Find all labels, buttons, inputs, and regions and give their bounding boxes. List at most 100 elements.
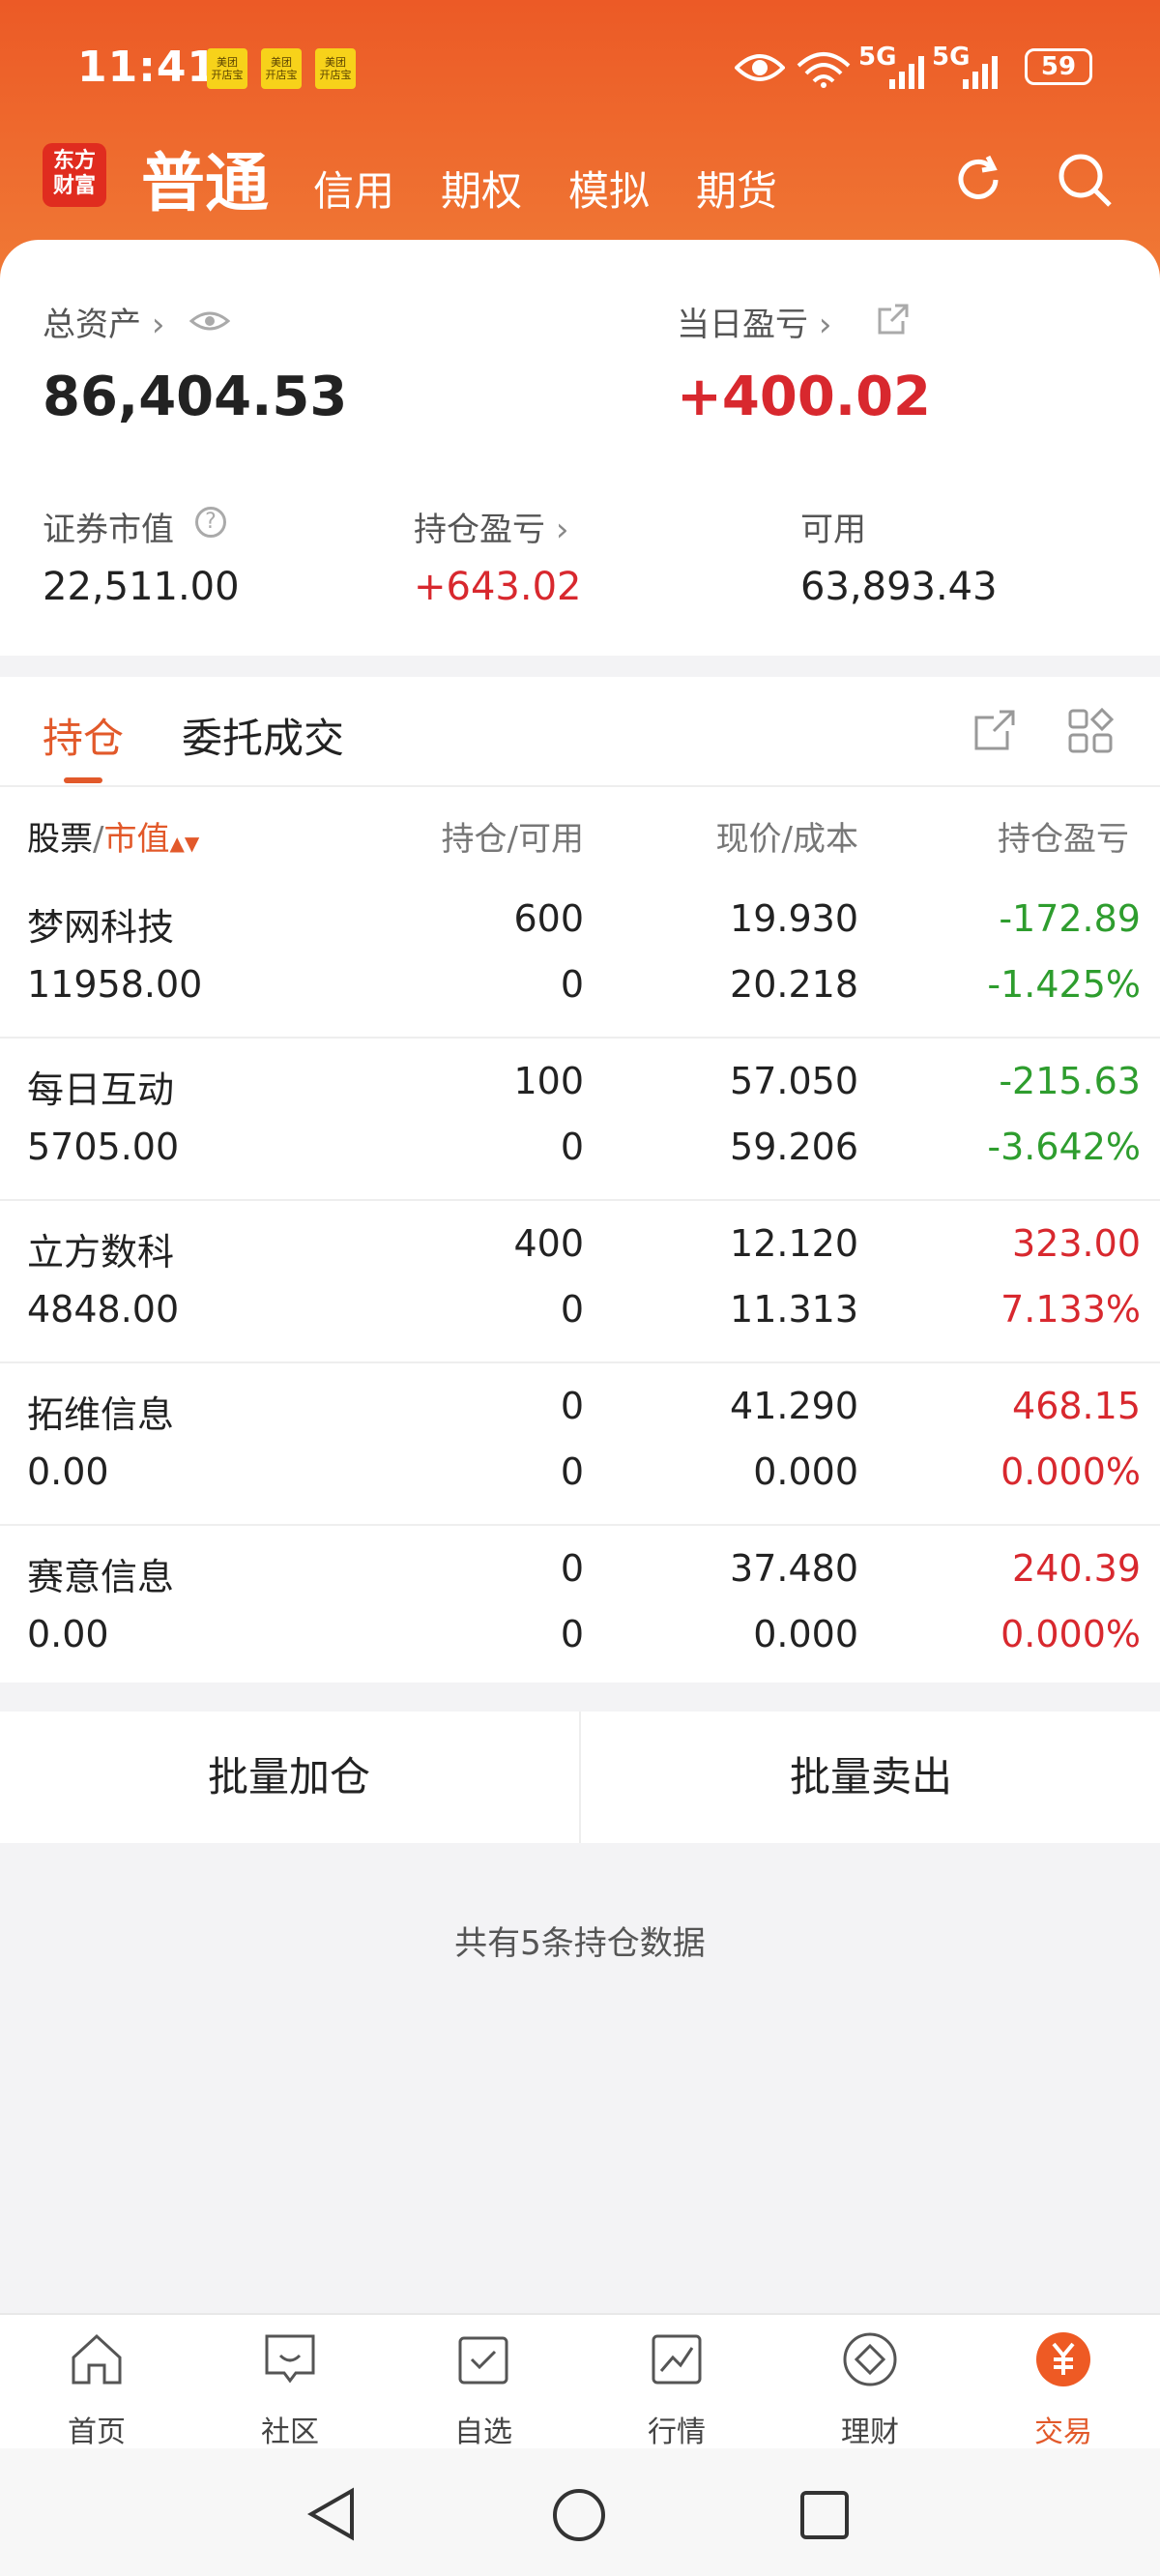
stock-name: 梦网科技 (27, 906, 175, 949)
table-header: 股票/市值▲▼ 持仓/可用 现价/成本 持仓盈亏 (0, 785, 1160, 874)
header-pl: 持仓盈亏 (998, 820, 1129, 859)
nav-watchlist[interactable]: 自选 (425, 2328, 541, 2450)
header-stock[interactable]: 股票/市值▲▼ (27, 812, 199, 860)
chevron-right-icon: › (151, 306, 165, 344)
active-tab-indicator (64, 777, 102, 783)
cost-price: 0.000 (753, 1613, 858, 1655)
back-icon[interactable] (305, 2487, 358, 2541)
battery-indicator: 59 (1025, 48, 1092, 85)
refresh-icon[interactable] (947, 149, 1009, 211)
home-circle-icon[interactable] (551, 2487, 607, 2543)
position-pl: 240.39 (1012, 1547, 1141, 1590)
chat-icon (265, 2334, 315, 2384)
grid-layout-icon[interactable] (1067, 708, 1114, 754)
table-row[interactable]: 每日互动 5705.00 100 0 57.050 59.206 -215.63… (0, 1037, 1160, 1201)
position-qty: 0 (560, 1385, 584, 1427)
stock-value: 0.00 (27, 1613, 109, 1655)
signal-icon (963, 56, 998, 89)
table-row[interactable]: 立方数科 4848.00 400 0 12.120 11.313 323.00 … (0, 1199, 1160, 1363)
watchlist-icon (458, 2336, 508, 2385)
bottom-nav: 首页 社区 自选 行情 理财 交易 (0, 2313, 1160, 2450)
tab-futures[interactable]: 期货 (696, 159, 777, 218)
current-price: 12.120 (730, 1222, 858, 1265)
chevron-right-icon: › (818, 306, 832, 344)
header-price: 现价/成本 (715, 820, 858, 859)
cost-price: 0.000 (753, 1450, 858, 1493)
help-icon[interactable]: ? (195, 507, 226, 538)
available-label: 可用 (800, 511, 866, 549)
position-pl-value: +643.02 (414, 565, 582, 609)
table-row[interactable]: 拓维信息 0.00 0 0 41.290 0.000 468.15 0.000% (0, 1361, 1160, 1526)
positions-section: 持仓 委托成交 股票/市值▲▼ 持仓/可用 现价/成本 持仓盈亏 梦网科技 11… (0, 677, 1160, 1683)
batch-actions: 批量加仓 批量卖出 (0, 1712, 1160, 1843)
position-pl-label[interactable]: 持仓盈亏 › (414, 503, 568, 550)
tab-simulation[interactable]: 模拟 (568, 159, 650, 218)
export-icon[interactable] (972, 708, 1017, 752)
tab-credit[interactable]: 信用 (313, 159, 394, 218)
position-qty: 600 (513, 897, 584, 940)
sort-icon: ▲▼ (169, 832, 200, 855)
position-qty: 100 (513, 1060, 584, 1102)
table-row[interactable]: 赛意信息 0.00 0 0 37.480 0.000 240.39 0.000% (0, 1524, 1160, 1686)
nav-trade[interactable]: 交易 (1005, 2328, 1121, 2450)
search-icon[interactable] (1054, 149, 1116, 211)
meituan-icon: 美团 开店宝 (207, 48, 247, 89)
table-row[interactable]: 梦网科技 11958.00 600 0 19.930 20.218 -172.8… (0, 874, 1160, 1039)
current-price: 19.930 (730, 897, 858, 940)
account-summary-card: 总资产 › 86,404.53 当日盈亏 › +400.02 证券市值 ? 22… (0, 240, 1160, 656)
position-pl: 468.15 (1012, 1385, 1141, 1427)
tab-orders[interactable]: 委托成交 (182, 706, 344, 765)
chevron-right-icon: › (555, 511, 569, 549)
share-icon[interactable] (876, 302, 911, 337)
available-value: 63,893.43 (800, 565, 998, 609)
divider (579, 1712, 581, 1843)
total-assets-value: 86,404.53 (43, 366, 348, 428)
position-pl: -172.89 (999, 897, 1141, 940)
tab-normal[interactable]: 普通 (141, 132, 269, 224)
recent-apps-icon[interactable] (798, 2489, 851, 2541)
stock-name: 赛意信息 (27, 1556, 175, 1598)
position-pl-pct: -3.642% (987, 1126, 1141, 1168)
daily-pl-value: +400.02 (677, 366, 932, 428)
header-hold: 持仓/可用 (441, 820, 584, 859)
batch-sell-button[interactable]: 批量卖出 (582, 1712, 1160, 1843)
meituan-icon: 美团 开店宝 (315, 48, 356, 89)
position-count-text: 共有5条持仓数据 (454, 1924, 706, 1963)
market-value: 22,511.00 (43, 565, 240, 609)
position-pl: -215.63 (999, 1060, 1141, 1102)
tab-options[interactable]: 期权 (441, 159, 522, 218)
nav-wealth[interactable]: 理财 (812, 2328, 928, 2450)
current-price: 57.050 (730, 1060, 858, 1102)
available-qty: 0 (560, 1126, 584, 1168)
available-qty: 0 (560, 1613, 584, 1655)
eye-icon[interactable] (189, 307, 230, 335)
yuan-icon (1036, 2332, 1090, 2386)
daily-pl-label[interactable]: 当日盈亏 › (677, 298, 831, 345)
nav-market[interactable]: 行情 (619, 2328, 735, 2450)
batch-add-button[interactable]: 批量加仓 (0, 1712, 578, 1843)
position-qty: 0 (560, 1547, 584, 1590)
position-pl-pct: -1.425% (987, 963, 1141, 1006)
stock-value: 0.00 (27, 1450, 109, 1493)
stock-name: 每日互动 (27, 1068, 175, 1111)
status-time: 11:41 (77, 43, 218, 92)
available-qty: 0 (560, 1450, 584, 1493)
cost-price: 59.206 (730, 1126, 858, 1168)
chart-icon (652, 2334, 702, 2385)
eye-icon (735, 54, 785, 81)
wifi-icon (797, 52, 851, 88)
market-value-label: 证券市值 (43, 511, 174, 549)
account-type-nav: 东方 财富 普通 信用 期权 模拟 期货 (43, 135, 1121, 232)
tab-positions[interactable]: 持仓 (43, 706, 124, 765)
wealth-icon (843, 2332, 897, 2386)
position-qty: 400 (513, 1222, 584, 1265)
stock-name: 立方数科 (27, 1231, 175, 1273)
signal-icon (889, 56, 924, 89)
nav-community[interactable]: 社区 (232, 2328, 348, 2450)
nav-home[interactable]: 首页 (39, 2328, 155, 2450)
total-assets-label[interactable]: 总资产 › (43, 298, 164, 345)
home-icon (72, 2333, 122, 2385)
available-qty: 0 (560, 963, 584, 1006)
section-tabs: 持仓 委托成交 (0, 677, 1160, 787)
position-pl: 323.00 (1012, 1222, 1141, 1265)
